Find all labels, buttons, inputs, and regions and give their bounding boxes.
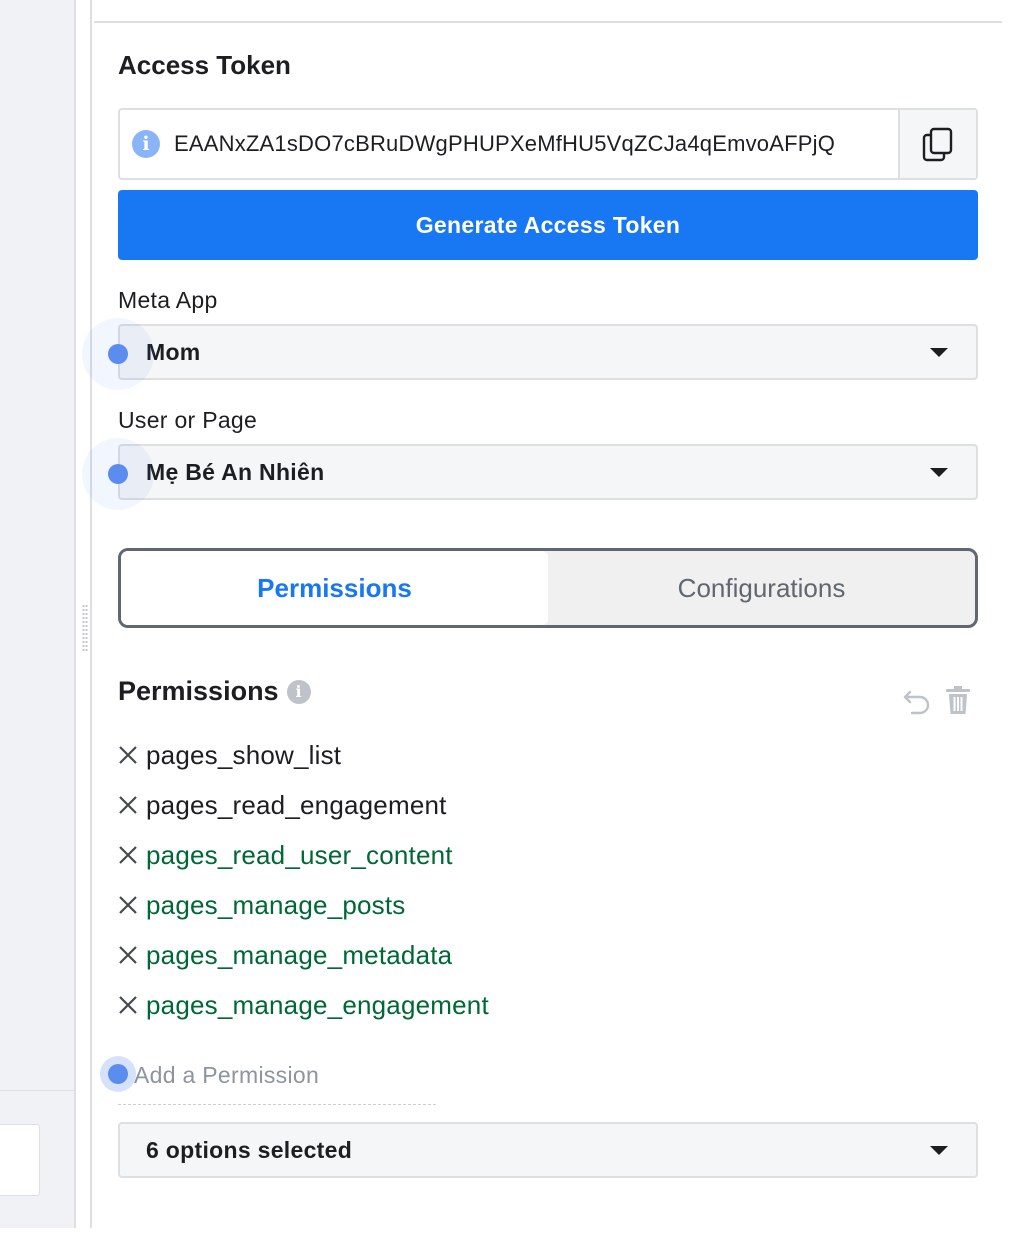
close-icon[interactable]	[118, 745, 146, 765]
permission-name: pages_read_user_content	[146, 839, 453, 870]
permissions-title: Permissions	[118, 676, 279, 706]
permission-item: pages_manage_metadata	[118, 930, 489, 980]
generate-access-token-button[interactable]: Generate Access Token	[118, 190, 978, 260]
access-token-title: Access Token	[118, 50, 291, 80]
permission-item: pages_manage_engagement	[118, 980, 489, 1030]
cursor-dot	[108, 344, 128, 364]
chevron-down-icon	[930, 348, 948, 357]
user-or-page-selected: Mẹ Bé An Nhiên	[146, 458, 325, 485]
close-icon[interactable]	[118, 995, 146, 1015]
cursor-dot	[108, 464, 128, 484]
panel-top-border	[94, 21, 1002, 23]
add-permission-underline	[118, 1104, 436, 1105]
chevron-down-icon	[930, 468, 948, 477]
permission-name: pages_read_engagement	[146, 789, 447, 820]
permissions-summary: 6 options selected	[146, 1136, 353, 1163]
user-or-page-label: User or Page	[118, 407, 258, 433]
close-icon[interactable]	[118, 795, 146, 815]
undo-icon[interactable]	[902, 686, 932, 716]
resize-handle[interactable]	[82, 604, 88, 652]
permission-item: pages_read_engagement	[118, 780, 489, 830]
copy-icon	[922, 127, 953, 162]
left-pane	[0, 0, 76, 1228]
meta-app-label: Meta App	[118, 287, 218, 313]
close-icon[interactable]	[118, 845, 146, 865]
user-or-page-select[interactable]: Mẹ Bé An Nhiên	[118, 444, 978, 500]
chevron-down-icon	[930, 1146, 948, 1155]
access-token-value[interactable]: EAANxZA1sDO7cBRuDWgPHUPXeMfHU5VqZCJa4qEm…	[174, 131, 892, 157]
tab-permissions[interactable]: Permissions	[121, 551, 548, 625]
cursor-dot	[108, 1064, 128, 1084]
info-icon[interactable]: i	[286, 679, 311, 704]
trash-icon[interactable]	[944, 684, 972, 716]
permission-item: pages_manage_posts	[118, 880, 489, 930]
permission-name: pages_show_list	[146, 739, 342, 770]
permissions-select[interactable]: 6 options selected	[118, 1122, 978, 1178]
add-permission-input[interactable]: Add a Permission	[134, 1062, 319, 1089]
tab-configurations[interactable]: Configurations	[548, 551, 975, 625]
info-icon[interactable]: i	[132, 130, 160, 158]
permission-list: pages_show_list pages_read_engagement pa…	[118, 730, 489, 1030]
copy-button[interactable]	[898, 110, 976, 178]
meta-app-selected: Mom	[146, 338, 201, 365]
permission-name: pages_manage_metadata	[146, 939, 453, 970]
permission-item: pages_show_list	[118, 730, 489, 780]
permissions-header: Permissions i	[118, 676, 311, 707]
tab-switcher: Permissions Configurations	[118, 548, 978, 628]
left-pane-divider	[0, 1090, 76, 1091]
left-pane-box	[0, 1124, 40, 1196]
meta-app-select[interactable]: Mom	[118, 324, 978, 380]
access-token-field[interactable]: i EAANxZA1sDO7cBRuDWgPHUPXeMfHU5VqZCJa4q…	[118, 108, 978, 180]
permission-item: pages_read_user_content	[118, 830, 489, 880]
close-icon[interactable]	[118, 895, 146, 915]
permission-name: pages_manage_engagement	[146, 989, 489, 1020]
permission-name: pages_manage_posts	[146, 889, 406, 920]
close-icon[interactable]	[118, 945, 146, 965]
